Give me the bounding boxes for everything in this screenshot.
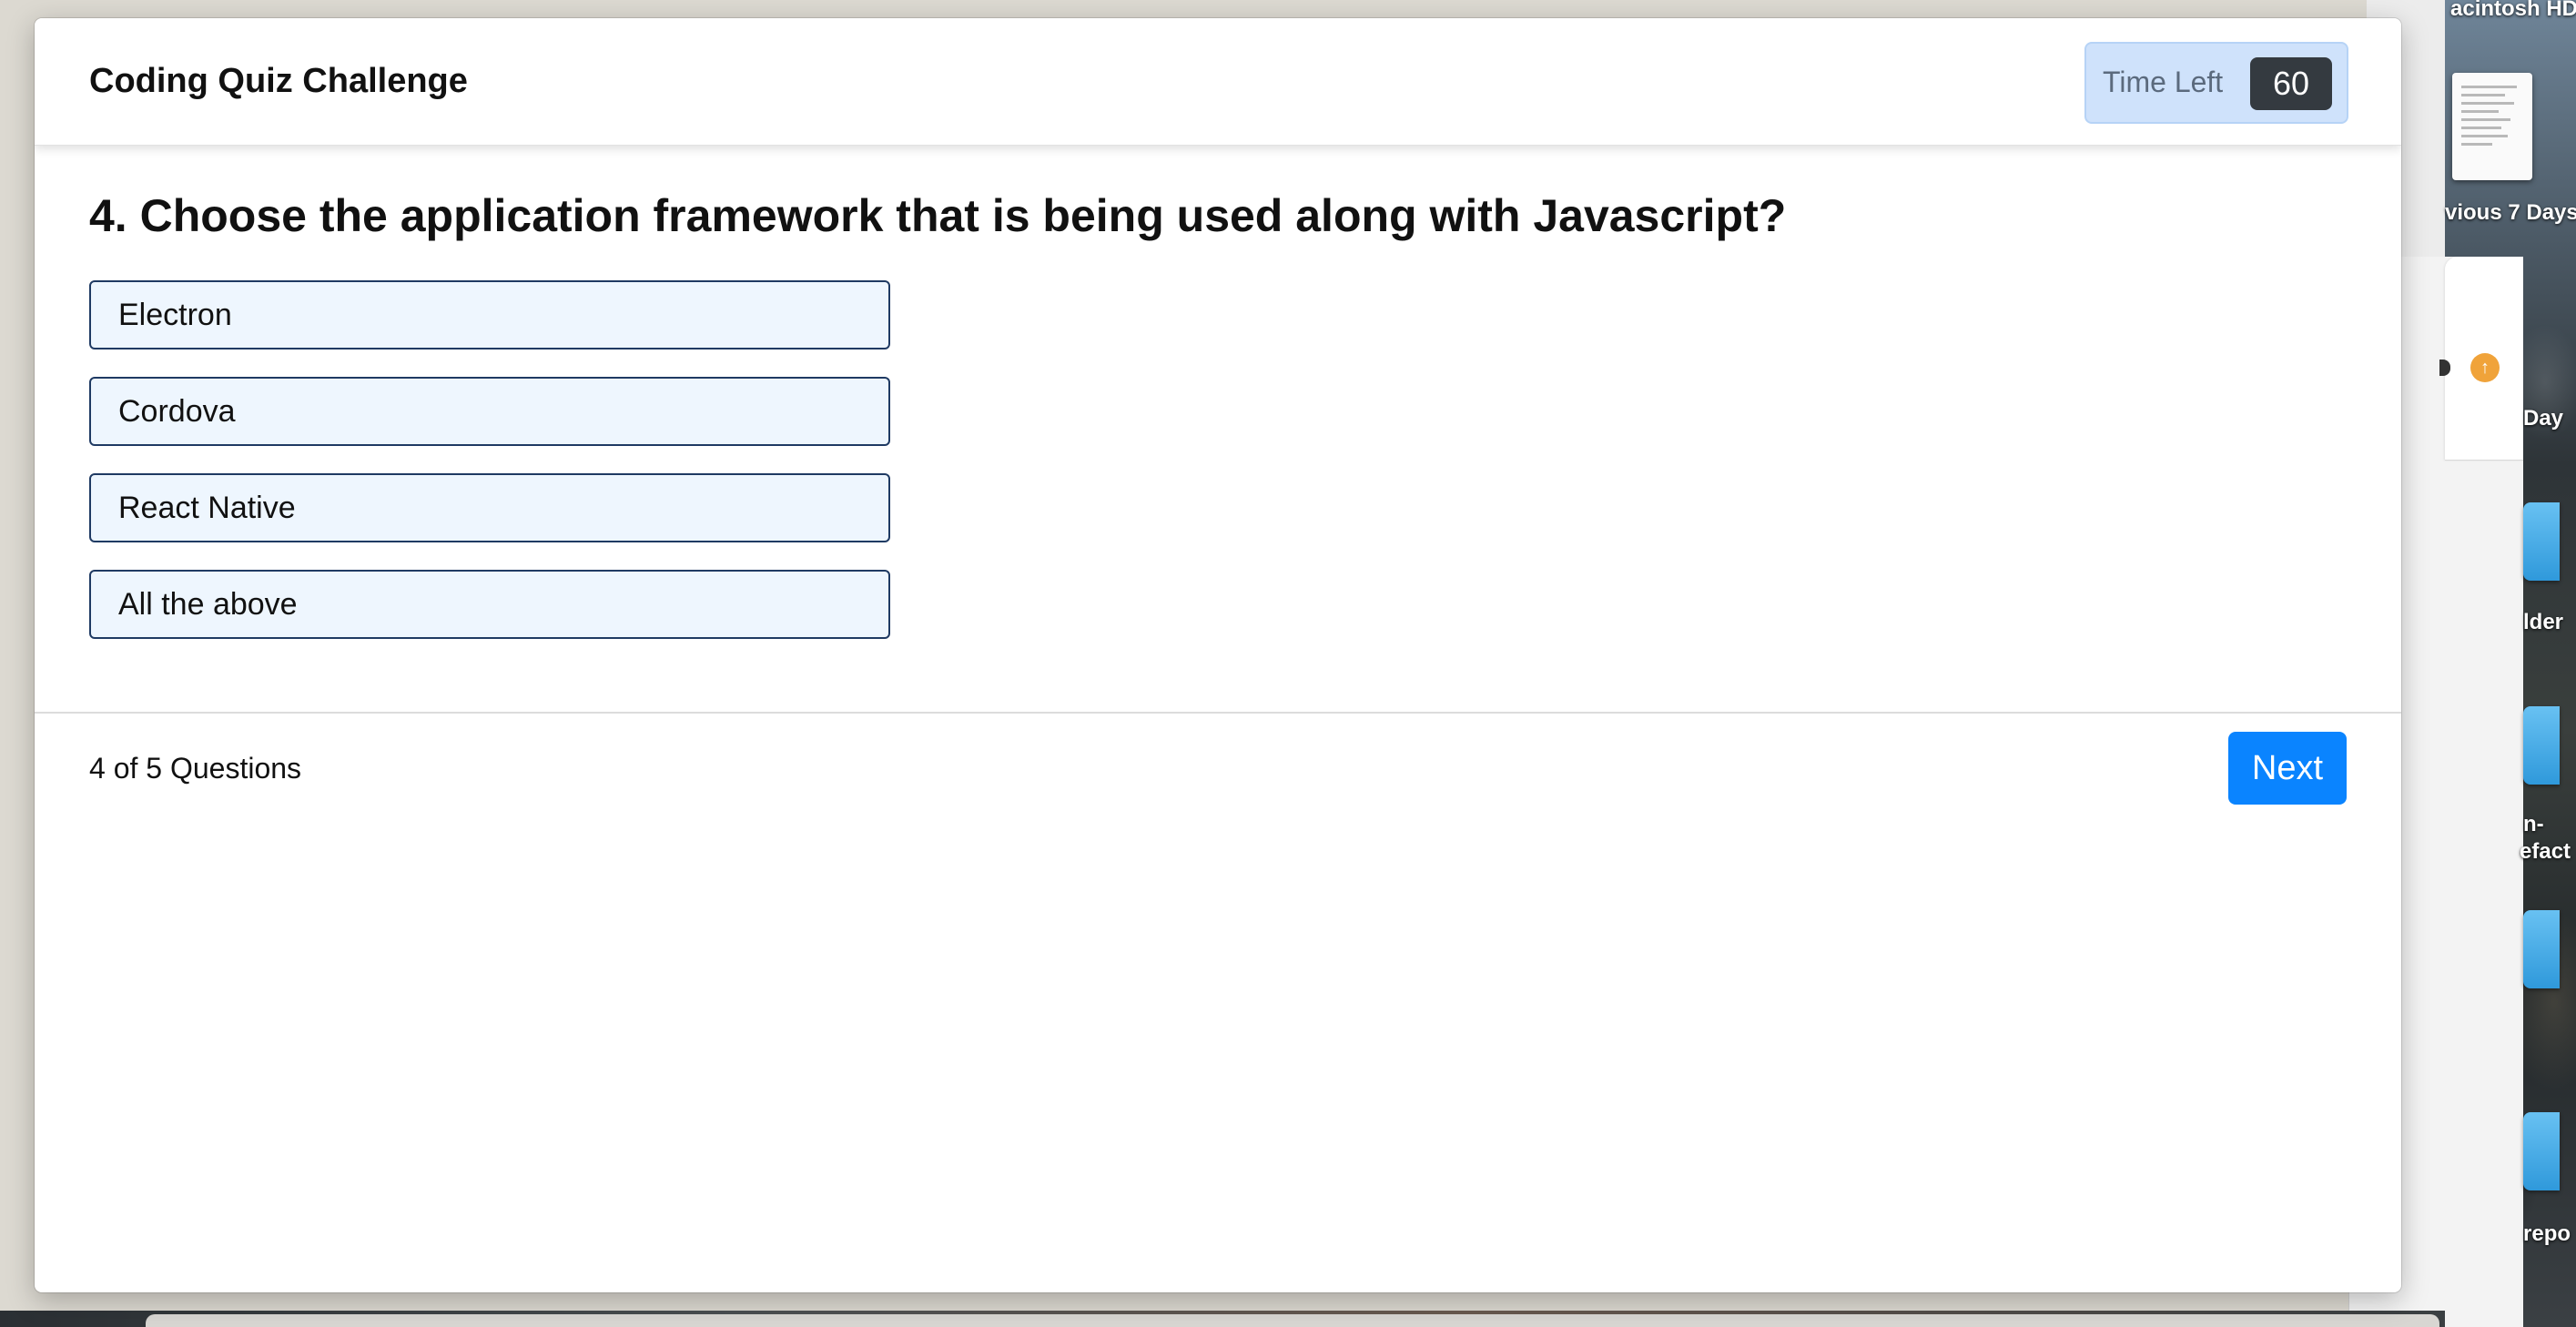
timer-label: Time Left <box>2103 66 2224 98</box>
answer-option-all-the-above[interactable]: All the above <box>89 570 890 639</box>
desktop-label-previous-7-days[interactable]: vious 7 Days <box>2445 200 2576 226</box>
timer-panel: Time Left 60 <box>2084 42 2348 124</box>
desktop-label-repo[interactable]: repo <box>2523 1221 2571 1247</box>
desktop-document-icon[interactable] <box>2452 73 2532 180</box>
question-text: 4. Choose the application framework that… <box>89 190 1787 241</box>
desktop-label-day[interactable]: Day <box>2523 406 2563 431</box>
answer-option-react-native[interactable]: React Native <box>89 473 890 542</box>
quiz-app-window: Coding Quiz Challenge Time Left 60 4. Ch… <box>35 18 2401 1292</box>
folder-icon[interactable] <box>2523 502 2560 581</box>
question-progress: 4 of 5 Questions <box>89 752 302 785</box>
timer-value-badge: 60 <box>2250 57 2332 110</box>
answer-option-electron[interactable]: Electron <box>89 280 890 349</box>
answer-options: Electron Cordova React Native All the ab… <box>89 280 890 666</box>
desktop-label-folder-2[interactable]: n- <box>2523 812 2544 837</box>
desktop-label-macintosh-hd[interactable]: acintosh HD <box>2450 0 2576 22</box>
folder-icon[interactable] <box>2523 706 2560 785</box>
app-header: Coding Quiz Challenge Time Left 60 <box>35 18 2401 146</box>
upload-icon[interactable]: ↑ <box>2470 353 2500 382</box>
next-button[interactable]: Next <box>2228 732 2347 805</box>
app-title: Coding Quiz Challenge <box>89 62 468 100</box>
folder-icon[interactable] <box>2523 910 2560 988</box>
footer-divider <box>35 712 2401 714</box>
background-window-edge <box>146 1314 2439 1327</box>
desktop-label-folder[interactable]: lder <box>2523 610 2563 635</box>
desktop-label-refactor[interactable]: efact <box>2520 839 2571 865</box>
answer-option-cordova[interactable]: Cordova <box>89 377 890 446</box>
folder-icon[interactable] <box>2523 1112 2560 1190</box>
